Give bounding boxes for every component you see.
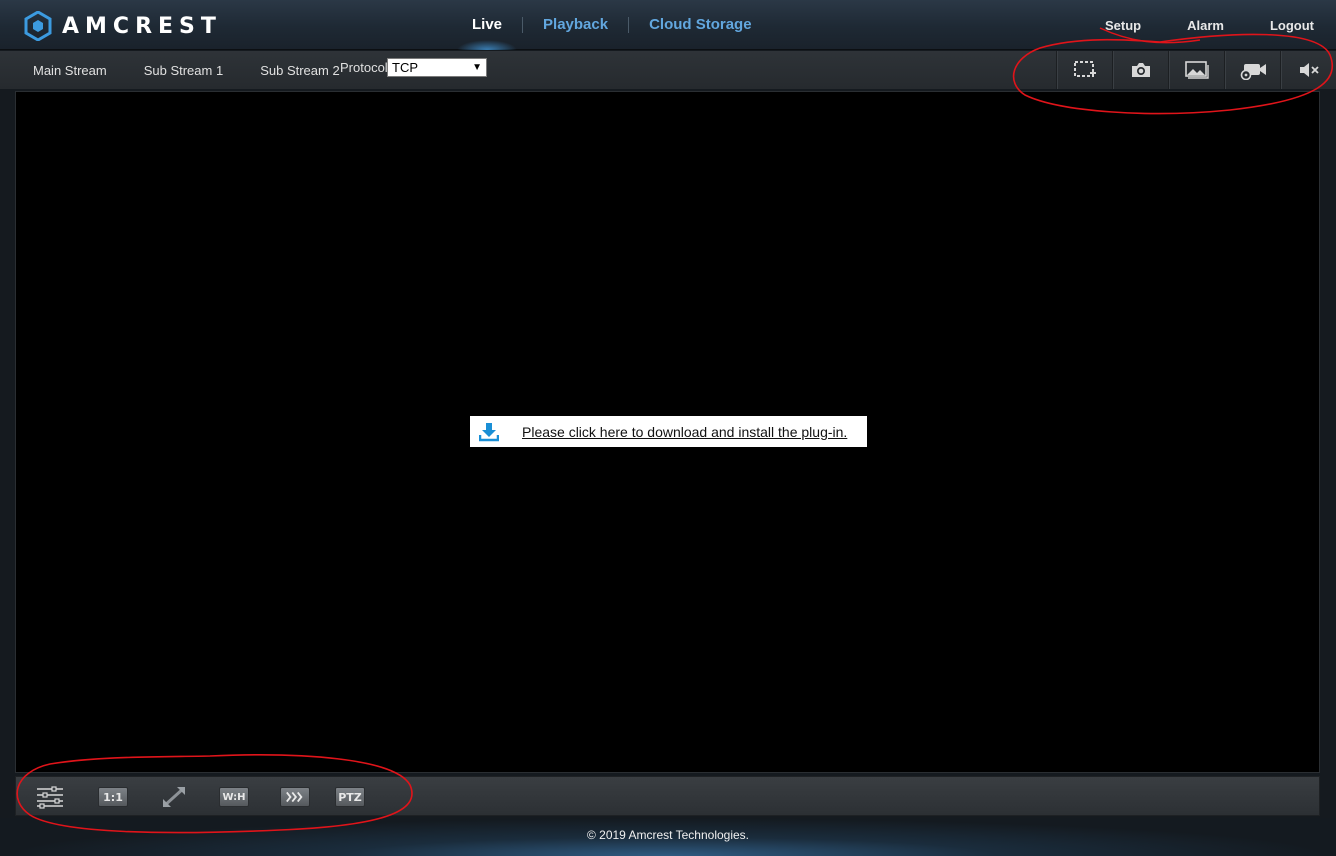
record-button[interactable]: [1224, 51, 1280, 89]
original-size-icon: 1:1: [98, 787, 128, 807]
sub-stream-1-tab[interactable]: Sub Stream 1: [144, 63, 224, 78]
plugin-download-link[interactable]: Please click here to download and instal…: [470, 416, 867, 447]
region-zoom-button[interactable]: [1056, 51, 1112, 89]
mute-speaker-icon: [1299, 63, 1319, 77]
aspect-ratio-icon: W:H: [219, 787, 249, 807]
snapshot-button[interactable]: [1112, 51, 1168, 89]
alarm-link[interactable]: Alarm: [1187, 18, 1224, 33]
main-stream-tab[interactable]: Main Stream: [33, 63, 107, 78]
image-adjust-icon: [37, 786, 63, 809]
fullscreen-icon: [162, 786, 186, 808]
snapshot-camera-icon: [1131, 63, 1150, 77]
ptz-icon: PTZ: [335, 787, 365, 807]
aspect-ratio-button[interactable]: W:H: [218, 784, 250, 810]
video-viewport[interactable]: Please click here to download and instal…: [15, 91, 1320, 773]
top-links: Setup Alarm Logout: [1059, 0, 1314, 50]
fluency-icon: [280, 787, 310, 807]
live-tools: [1056, 51, 1336, 89]
triple-snapshot-button[interactable]: [1168, 51, 1224, 89]
protocol-selected-value: TCP: [392, 60, 418, 75]
page-footer: © 2019 Amcrest Technologies.: [0, 818, 1336, 856]
protocol-select[interactable]: TCP ▼: [387, 58, 487, 77]
logout-link[interactable]: Logout: [1270, 18, 1314, 33]
fullscreen-button[interactable]: [160, 784, 188, 810]
stream-toolbar: Main Stream Sub Stream 1 Sub Stream 2 Pr…: [0, 51, 1336, 89]
tab-cloud-storage[interactable]: Cloud Storage: [629, 0, 772, 50]
stream-tabs: Main Stream Sub Stream 1 Sub Stream 2: [33, 51, 377, 89]
fluency-button[interactable]: [279, 784, 311, 810]
image-adjust-button[interactable]: [34, 784, 66, 810]
region-zoom-icon: [1073, 61, 1096, 77]
top-header: AMCREST Live Playback Cloud Storage Setu…: [0, 0, 1336, 50]
dropdown-arrow-icon: ▼: [472, 62, 482, 73]
brand-logo[interactable]: AMCREST: [24, 11, 222, 41]
ptz-button[interactable]: PTZ: [334, 784, 366, 810]
main-navigation: Live Playback Cloud Storage: [452, 0, 772, 50]
brand-name: AMCREST: [62, 13, 222, 39]
tab-live[interactable]: Live: [452, 0, 522, 50]
copyright-text: © 2019 Amcrest Technologies.: [586, 828, 750, 842]
audio-button[interactable]: [1280, 51, 1336, 89]
plugin-download-text: Please click here to download and instal…: [522, 423, 848, 440]
tab-playback[interactable]: Playback: [523, 0, 628, 50]
protocol-label: Protocol: [340, 60, 388, 75]
record-video-icon: [1240, 64, 1266, 80]
original-size-button[interactable]: 1:1: [97, 784, 129, 810]
download-icon: [479, 422, 499, 441]
triple-snapshot-icon: [1184, 61, 1209, 79]
setup-link[interactable]: Setup: [1105, 18, 1141, 33]
video-control-bar: 1:1 W:H PTZ: [15, 776, 1320, 816]
sub-stream-2-tab[interactable]: Sub Stream 2: [260, 63, 340, 78]
amcrest-logo-icon: [24, 11, 52, 41]
